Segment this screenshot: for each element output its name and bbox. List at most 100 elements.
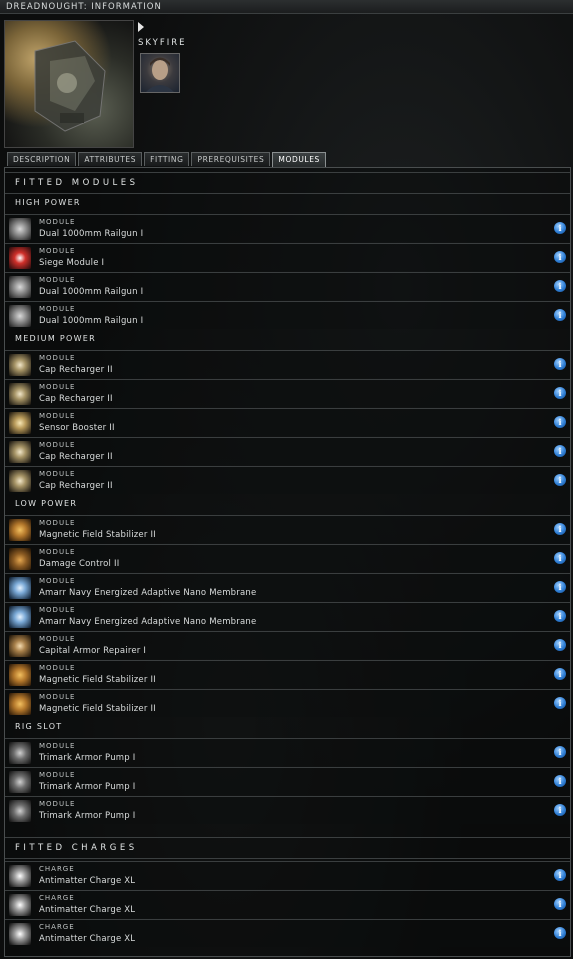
- info-icon[interactable]: i: [554, 804, 566, 816]
- antimatter-charge-icon: [9, 894, 31, 916]
- info-icon[interactable]: i: [554, 697, 566, 709]
- module-row[interactable]: MODULE Dual 1000mm Railgun I i: [5, 301, 570, 329]
- module-row[interactable]: MODULE Siege Module I i: [5, 243, 570, 271]
- antimatter-charge-icon: [9, 923, 31, 945]
- module-row[interactable]: MODULE Trimark Armor Pump I i: [5, 796, 570, 824]
- railgun-icon: [9, 305, 31, 327]
- item-type-label: MODULE: [39, 441, 76, 449]
- module-row[interactable]: CHARGE Antimatter Charge XL i: [5, 890, 570, 918]
- item-type-label: MODULE: [39, 354, 76, 362]
- info-icon[interactable]: i: [554, 309, 566, 321]
- info-icon[interactable]: i: [554, 416, 566, 428]
- module-row[interactable]: MODULE Amarr Navy Energized Adaptive Nano…: [5, 602, 570, 630]
- info-icon[interactable]: i: [554, 668, 566, 680]
- window-title: DREADNOUGHT: INFORMATION: [6, 2, 162, 12]
- info-icon[interactable]: i: [554, 474, 566, 486]
- module-row[interactable]: MODULE Trimark Armor Pump I i: [5, 738, 570, 766]
- section-title-rig-slot: RIG SLOT: [15, 722, 63, 731]
- module-row[interactable]: MODULE Cap Recharger II i: [5, 437, 570, 465]
- module-row[interactable]: MODULE Cap Recharger II i: [5, 466, 570, 494]
- item-type-label: MODULE: [39, 218, 76, 226]
- info-icon[interactable]: i: [554, 639, 566, 651]
- module-row[interactable]: MODULE Magnetic Field Stabilizer II i: [5, 515, 570, 543]
- info-icon[interactable]: i: [554, 581, 566, 593]
- item-name: Antimatter Charge XL: [39, 934, 136, 944]
- item-name: Damage Control II: [39, 559, 120, 569]
- fitted-modules-header: FITTED MODULES: [5, 172, 570, 194]
- tab-fitting[interactable]: FITTING: [144, 152, 190, 166]
- item-type-label: MODULE: [39, 383, 76, 391]
- tab-modules[interactable]: MODULES: [272, 152, 326, 167]
- item-name: Cap Recharger II: [39, 452, 113, 462]
- info-icon[interactable]: i: [554, 552, 566, 564]
- section-title-medium-power: MEDIUM POWER: [15, 334, 97, 343]
- module-row[interactable]: MODULE Cap Recharger II i: [5, 379, 570, 407]
- info-icon[interactable]: i: [554, 445, 566, 457]
- cap-recharger-icon: [9, 383, 31, 405]
- info-icon[interactable]: i: [554, 358, 566, 370]
- info-icon[interactable]: i: [554, 610, 566, 622]
- module-row[interactable]: MODULE Cap Recharger II i: [5, 350, 570, 378]
- sensor-booster-icon: [9, 412, 31, 434]
- item-type-label: MODULE: [39, 412, 76, 420]
- module-row[interactable]: MODULE Amarr Navy Energized Adaptive Nano…: [5, 573, 570, 601]
- item-name: Dual 1000mm Railgun I: [39, 229, 144, 239]
- pilot-name: SKYFIRE: [138, 38, 187, 48]
- fitted-charges-header: FITTED CHARGES: [5, 837, 570, 859]
- module-row[interactable]: CHARGE Antimatter Charge XL i: [5, 919, 570, 947]
- info-icon[interactable]: i: [554, 523, 566, 535]
- nano-membrane-icon: [9, 606, 31, 628]
- module-row[interactable]: MODULE Dual 1000mm Railgun I i: [5, 272, 570, 300]
- damage-control-icon: [9, 548, 31, 570]
- item-name: Antimatter Charge XL: [39, 905, 136, 915]
- cap-recharger-icon: [9, 354, 31, 376]
- item-name: Sensor Booster II: [39, 423, 115, 433]
- info-icon[interactable]: i: [554, 775, 566, 787]
- module-row[interactable]: MODULE Dual 1000mm Railgun I i: [5, 214, 570, 242]
- expand-arrow-icon[interactable]: [138, 22, 144, 32]
- info-tabs: DESCRIPTION ATTRIBUTES FITTING PREREQUIS…: [7, 152, 326, 167]
- armor-pump-rig-icon: [9, 771, 31, 793]
- pilot-portrait[interactable]: [140, 53, 180, 93]
- module-row[interactable]: MODULE Capital Armor Repairer I i: [5, 631, 570, 659]
- module-row[interactable]: MODULE Sensor Booster II i: [5, 408, 570, 436]
- module-row[interactable]: CHARGE Antimatter Charge XL i: [5, 861, 570, 889]
- window-titlebar[interactable]: DREADNOUGHT: INFORMATION: [0, 0, 573, 14]
- ship-render-image: [4, 20, 134, 148]
- tab-attributes[interactable]: ATTRIBUTES: [78, 152, 143, 166]
- item-name: Dual 1000mm Railgun I: [39, 316, 144, 326]
- section-title-high-power: HIGH POWER: [15, 198, 81, 207]
- item-type-label: MODULE: [39, 470, 76, 478]
- info-icon[interactable]: i: [554, 251, 566, 263]
- item-type-label: MODULE: [39, 771, 76, 779]
- item-type-label: CHARGE: [39, 923, 75, 931]
- item-name: Cap Recharger II: [39, 481, 113, 491]
- item-type-label: MODULE: [39, 606, 76, 614]
- nano-membrane-icon: [9, 577, 31, 599]
- info-icon[interactable]: i: [554, 898, 566, 910]
- item-type-label: MODULE: [39, 247, 76, 255]
- item-name: Trimark Armor Pump I: [39, 753, 136, 763]
- item-type-label: MODULE: [39, 548, 76, 556]
- tab-description[interactable]: DESCRIPTION: [7, 152, 77, 166]
- info-icon[interactable]: i: [554, 927, 566, 939]
- info-icon[interactable]: i: [554, 387, 566, 399]
- item-name: Antimatter Charge XL: [39, 876, 136, 886]
- item-type-label: MODULE: [39, 800, 76, 808]
- info-icon[interactable]: i: [554, 222, 566, 234]
- item-type-label: MODULE: [39, 276, 76, 284]
- info-icon[interactable]: i: [554, 869, 566, 881]
- armor-pump-rig-icon: [9, 800, 31, 822]
- module-row[interactable]: MODULE Damage Control II i: [5, 544, 570, 572]
- siege-module-icon: [9, 247, 31, 269]
- item-name: Trimark Armor Pump I: [39, 782, 136, 792]
- info-icon[interactable]: i: [554, 746, 566, 758]
- module-row[interactable]: MODULE Magnetic Field Stabilizer II i: [5, 660, 570, 688]
- tab-prerequisites[interactable]: PREREQUISITES: [191, 152, 271, 166]
- module-row[interactable]: MODULE Magnetic Field Stabilizer II i: [5, 689, 570, 717]
- item-type-label: CHARGE: [39, 865, 75, 873]
- item-type-label: MODULE: [39, 519, 76, 527]
- module-row[interactable]: MODULE Trimark Armor Pump I i: [5, 767, 570, 795]
- item-name: Siege Module I: [39, 258, 105, 268]
- info-icon[interactable]: i: [554, 280, 566, 292]
